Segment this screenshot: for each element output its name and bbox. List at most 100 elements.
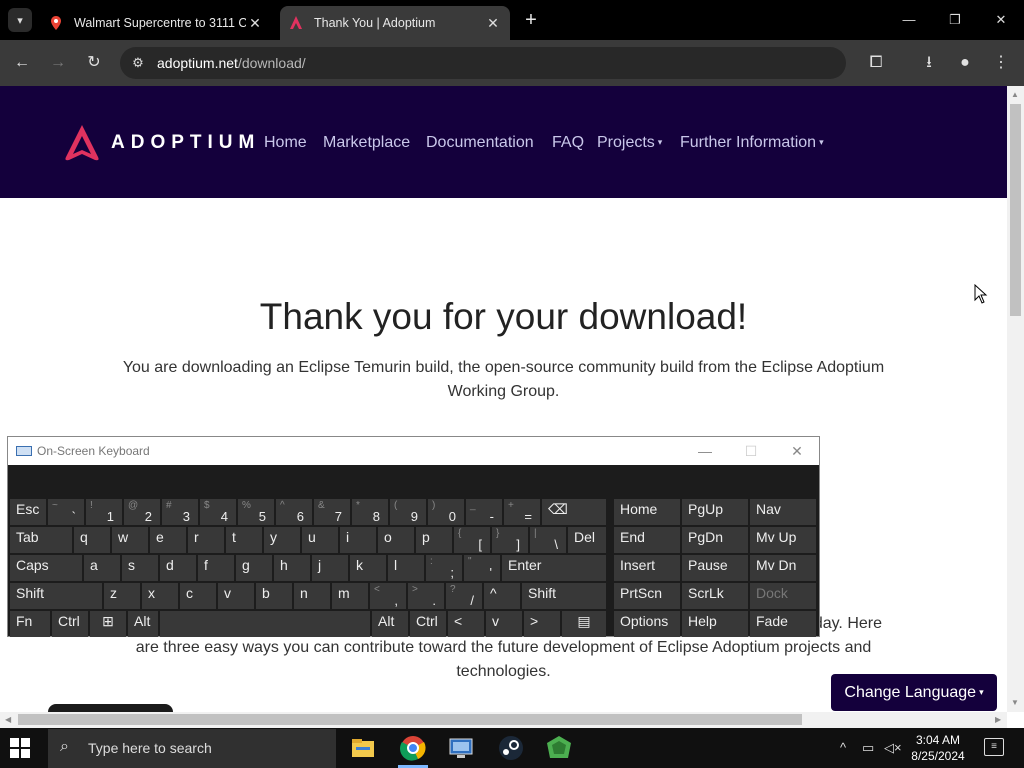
brand-name[interactable]: ADOPTIUM	[111, 132, 260, 154]
key-t[interactable]: t	[226, 527, 262, 553]
key-a[interactable]: a	[84, 555, 120, 581]
key-home[interactable]: Home	[614, 499, 680, 525]
key-y[interactable]: y	[264, 527, 300, 553]
partial-button[interactable]	[48, 704, 173, 712]
new-tab-button[interactable]: +	[520, 9, 542, 31]
key-context-menu-icon[interactable]: ▤	[562, 611, 606, 637]
steam-icon[interactable]	[496, 733, 526, 763]
horizontal-scroll-thumb[interactable]	[18, 714, 802, 725]
remote-desktop-icon[interactable]	[446, 733, 476, 763]
key-arrow-left[interactable]: <	[448, 611, 484, 637]
key-p[interactable]: p	[416, 527, 452, 553]
key-sym4-0[interactable]: <,	[370, 583, 406, 609]
key-c[interactable]: c	[180, 583, 216, 609]
back-icon[interactable]: ←	[11, 52, 33, 74]
key-ctrl-left[interactable]: Ctrl	[52, 611, 88, 637]
key-sym4-1[interactable]: >.	[408, 583, 444, 609]
key-move-down[interactable]: Mv Dn	[750, 555, 816, 581]
volume-muted-icon[interactable]: ◁×	[884, 740, 902, 756]
key-scrlk[interactable]: ScrLk	[682, 583, 748, 609]
key-sym3-0[interactable]: :;	[426, 555, 462, 581]
reload-icon[interactable]: ↻	[83, 52, 105, 74]
tab-walmart[interactable]: Walmart Supercentre to 3111 C ✕	[40, 6, 272, 40]
key-digit-0[interactable]: ~ `	[48, 499, 84, 525]
key-ctrl-right[interactable]: Ctrl	[410, 611, 446, 637]
scroll-down-arrow-icon[interactable]: ▼	[1011, 698, 1019, 707]
key-digit-2[interactable]: @2	[124, 499, 160, 525]
key-x[interactable]: x	[142, 583, 178, 609]
key-digit-7[interactable]: & 7	[314, 499, 350, 525]
profile-icon[interactable]: ●	[954, 52, 976, 74]
key-insert[interactable]: Insert	[614, 555, 680, 581]
key-fade[interactable]: Fade	[750, 611, 816, 637]
tab-adoptium[interactable]: Thank You | Adoptium ✕	[280, 6, 510, 40]
scroll-right-arrow-icon[interactable]: ▶	[995, 715, 1001, 724]
url-text[interactable]: adoptium.net/download/	[157, 55, 306, 71]
adoptium-logo-icon[interactable]	[64, 124, 100, 162]
key-s[interactable]: s	[122, 555, 158, 581]
key-arrow-right[interactable]: >	[524, 611, 560, 637]
key-pause[interactable]: Pause	[682, 555, 748, 581]
key-options[interactable]: Options	[614, 611, 680, 637]
key-arrow-up[interactable]: ^	[484, 583, 520, 609]
key-nav[interactable]: Nav	[750, 499, 816, 525]
key-prtscn[interactable]: PrtScn	[614, 583, 680, 609]
taskbar-clock[interactable]: 3:04 AM 8/25/2024	[908, 732, 968, 764]
file-explorer-icon[interactable]	[348, 733, 378, 763]
key-digit-1[interactable]: ! 1	[86, 499, 122, 525]
key-e[interactable]: e	[150, 527, 186, 553]
key-sym2-2[interactable]: | \	[530, 527, 566, 553]
game-app-icon[interactable]	[544, 733, 574, 763]
forward-icon[interactable]: →	[47, 52, 69, 74]
key-m[interactable]: m	[332, 583, 368, 609]
key-esc[interactable]: Esc	[10, 499, 46, 525]
key-backspace[interactable]: ⌫	[542, 499, 606, 525]
notifications-icon[interactable]: ≡	[984, 738, 1004, 756]
key-digit-10[interactable]: ) 0	[428, 499, 464, 525]
key-digit-6[interactable]: ^ 6	[276, 499, 312, 525]
nav-projects[interactable]: Projects ▾	[597, 134, 662, 152]
key-k[interactable]: k	[350, 555, 386, 581]
network-icon[interactable]: ▭	[862, 740, 874, 756]
key-arrow-down[interactable]: v	[486, 611, 522, 637]
nav-further-information[interactable]: Further Information ▾	[680, 134, 824, 152]
nav-faq[interactable]: FAQ	[552, 134, 584, 152]
key-sym3-1[interactable]: " '	[464, 555, 500, 581]
key-sym4-2[interactable]: ? /	[446, 583, 482, 609]
scroll-left-arrow-icon[interactable]: ◀	[5, 715, 11, 724]
change-language-button[interactable]: Change Language ▾	[831, 674, 997, 711]
close-tab-icon[interactable]: ✕	[484, 15, 502, 32]
osk-title-bar[interactable]: On-Screen Keyboard — ☐ ✕	[8, 437, 819, 465]
close-window-icon[interactable]: ✕	[990, 10, 1012, 30]
key-digit-11[interactable]: _ -	[466, 499, 502, 525]
key-sym2-1[interactable]: }]	[492, 527, 528, 553]
extensions-icon[interactable]: ⧠	[865, 52, 887, 74]
key-b[interactable]: b	[256, 583, 292, 609]
site-info-icon[interactable]: ⚙	[128, 53, 148, 73]
key-move-up[interactable]: Mv Up	[750, 527, 816, 553]
key-digit-3[interactable]: #3	[162, 499, 198, 525]
key-r[interactable]: r	[188, 527, 224, 553]
key-windows-icon[interactable]: ⊞	[90, 611, 126, 637]
windows-start-icon[interactable]	[10, 738, 30, 758]
key-digit-9[interactable]: (9	[390, 499, 426, 525]
vertical-scroll-thumb[interactable]	[1010, 104, 1021, 316]
key-digit-5[interactable]: % 5	[238, 499, 274, 525]
key-pgup[interactable]: PgUp	[682, 499, 748, 525]
key-v[interactable]: v	[218, 583, 254, 609]
search-placeholder[interactable]: Type here to search	[88, 740, 212, 756]
key-shift-right[interactable]: Shift	[522, 583, 606, 609]
close-tab-icon[interactable]: ✕	[246, 15, 264, 32]
key-g[interactable]: g	[236, 555, 272, 581]
key-n[interactable]: n	[294, 583, 330, 609]
key-tab[interactable]: Tab	[10, 527, 72, 553]
minimize-window-icon[interactable]: —	[898, 10, 920, 30]
restore-window-icon[interactable]: ❐	[944, 10, 966, 30]
key-help[interactable]: Help	[682, 611, 748, 637]
key-o[interactable]: o	[378, 527, 414, 553]
key-w[interactable]: w	[112, 527, 148, 553]
key-del[interactable]: Del	[568, 527, 606, 553]
nav-home[interactable]: Home	[264, 134, 307, 152]
key-digit-12[interactable]: + =	[504, 499, 540, 525]
nav-marketplace[interactable]: Marketplace	[323, 134, 410, 152]
